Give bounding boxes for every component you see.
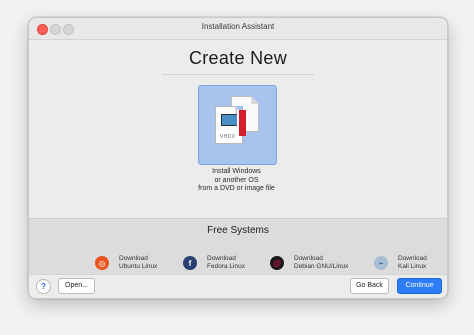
download-fedora-label: Download Fedora Linux bbox=[207, 255, 245, 271]
debian-label-line2: Debian GNU/Linux bbox=[294, 263, 349, 270]
go-back-button[interactable]: Go Back bbox=[350, 278, 389, 294]
caption-line-1: Install Windows bbox=[212, 168, 261, 175]
download-kali-label: Download Kali Linux bbox=[398, 255, 427, 271]
help-button[interactable]: ? bbox=[36, 279, 51, 294]
install-from-image-tile[interactable]: VHDX bbox=[198, 85, 277, 165]
kali-label-line1: Download bbox=[398, 255, 427, 262]
continue-button[interactable]: Continue bbox=[397, 278, 442, 294]
debian-icon: @ bbox=[270, 256, 284, 270]
create-new-heading: Create New bbox=[188, 48, 288, 68]
parallels-bars-icon bbox=[237, 110, 243, 136]
fedora-label-line2: Fedora Linux bbox=[207, 263, 245, 270]
windows-installer-file-icon: VHDX bbox=[215, 106, 243, 144]
installation-assistant-window: Installation Assistant Create New VHDX I… bbox=[28, 17, 448, 299]
kali-label-line2: Kali Linux bbox=[398, 263, 427, 270]
page-fold bbox=[251, 96, 259, 104]
fedora-icon: f bbox=[183, 256, 197, 270]
free-systems-heading: Free Systems bbox=[207, 225, 269, 236]
vhdx-badge: VHDX bbox=[220, 134, 236, 140]
download-debian-label: Download Debian GNU/Linux bbox=[294, 255, 348, 271]
window-title: Installation Assistant bbox=[201, 22, 275, 31]
kali-icon: ~ bbox=[374, 256, 388, 270]
ubuntu-label-line1: Download bbox=[119, 255, 148, 262]
install-tile-caption: Install Windows or another OS from a DVD… bbox=[179, 168, 294, 194]
fedora-label-line1: Download bbox=[207, 255, 236, 262]
download-ubuntu-label: Download Ubuntu Linux bbox=[119, 255, 157, 271]
open-button[interactable]: Open... bbox=[58, 278, 95, 294]
windows-monitor-icon bbox=[221, 114, 238, 126]
debian-label-line1: Download bbox=[294, 255, 323, 262]
ubuntu-icon: ◎ bbox=[95, 256, 109, 270]
heading-divider bbox=[162, 74, 314, 75]
title-bar: Installation Assistant bbox=[29, 18, 447, 40]
ubuntu-label-line2: Ubuntu Linux bbox=[119, 263, 158, 270]
caption-line-3: from a DVD or image file bbox=[198, 185, 275, 192]
footer-bar: ? Open... Go Back Continue bbox=[29, 274, 447, 298]
caption-line-2: or another OS bbox=[214, 176, 259, 184]
